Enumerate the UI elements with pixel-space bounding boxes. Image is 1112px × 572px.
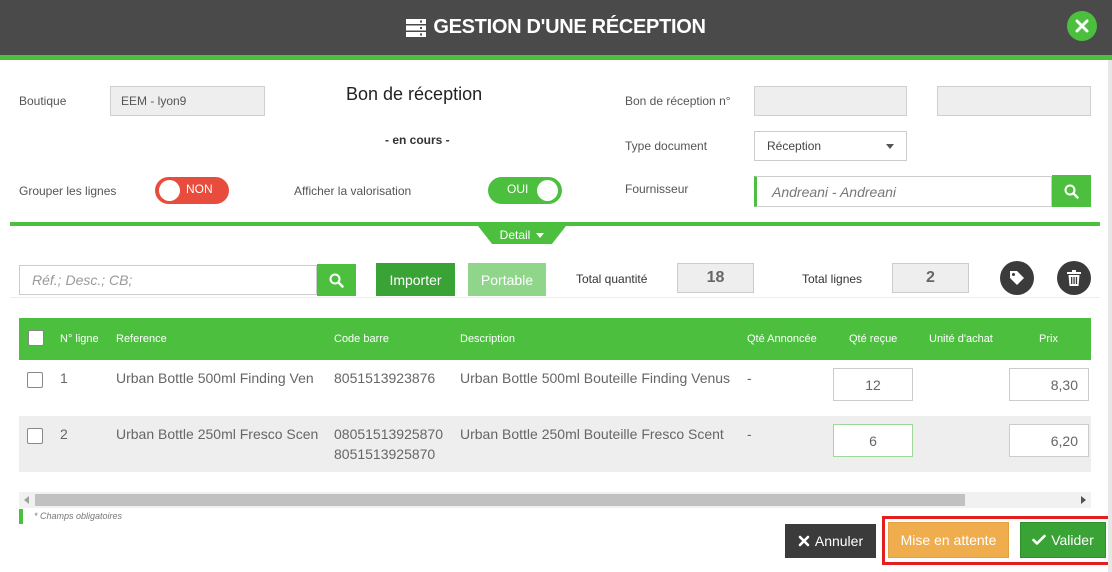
row-ligne: 1 [60,370,68,386]
boutique-label: Boutique [19,94,67,108]
row-prix-input[interactable]: 8,30 [1009,368,1089,401]
fournisseur-label: Fournisseur [625,182,689,196]
grouper-label: Grouper les lignes [19,184,117,198]
row-code-barre: 8051513923876 [334,370,436,386]
column-header-code-barre: Code barre [334,333,390,345]
row-ligne: 2 [60,426,68,442]
table-header: N° ligne Reference Code barre Descriptio… [19,318,1091,360]
toggle-knob [537,180,558,201]
modal-title-wrap: GESTION D'UNE RÉCEPTION [0,0,1112,55]
check-icon [1032,534,1047,545]
status-text: - en cours - [385,133,450,147]
type-document-value: Réception [767,139,822,153]
scroll-left-arrow-icon[interactable] [24,496,29,504]
caret-down-icon [536,232,545,238]
column-header-ligne: N° ligne [60,333,99,345]
fournisseur-input[interactable]: Andreani - Andreani [754,176,1052,207]
column-header-qte-recue: Qté reçue [849,333,898,345]
delete-button[interactable] [1057,261,1091,295]
column-header-reference: Reference [116,333,167,345]
required-note: * Champs obligatoires [34,511,123,521]
close-icon [798,535,810,547]
valorisation-toggle-text: OUI [507,182,529,196]
bon-numero-extra-field [937,86,1091,116]
window-edge [1108,60,1112,572]
header-accent-bar [0,55,1112,60]
row-description: Urban Bottle 250ml Bouteille Fresco Scen… [460,426,724,442]
portable-button[interactable]: Portable [468,263,546,296]
valider-label: Valider [1051,532,1094,548]
bon-numero-label: Bon de réception n° [625,94,731,108]
total-lignes-label: Total lignes [802,272,863,286]
scrollbar-thumb[interactable] [35,494,965,506]
valider-button[interactable]: Valider [1020,522,1106,558]
close-icon [1075,19,1089,33]
modal-title: GESTION D'UNE RÉCEPTION [433,16,706,38]
grouper-toggle-text: NON [186,182,213,196]
fournisseur-search-button[interactable] [1052,175,1091,207]
detail-separator [10,222,1100,226]
row-code-barre: 08051513925870 [334,426,444,442]
horizontal-scrollbar[interactable] [19,492,1091,508]
detail-tab[interactable]: Detail [478,226,566,244]
mise-en-attente-button[interactable]: Mise en attente [888,522,1009,558]
row-qte-recue-input[interactable]: 12 [833,368,913,401]
row-checkbox[interactable] [27,372,43,388]
product-search-input[interactable]: Réf.; Desc.; CB; [19,265,317,295]
row-description: Urban Bottle 500ml Bouteille Finding Ven… [460,370,731,386]
close-button[interactable] [1067,11,1097,41]
total-lignes-value: 2 [892,263,969,293]
row-prix-input[interactable]: 6,20 [1009,424,1089,457]
row-reference: Urban Bottle 500ml Finding Ven [116,370,314,386]
total-quantite-value: 18 [677,263,754,293]
bon-title: Bon de réception [346,84,483,104]
annuler-button[interactable]: Annuler [785,524,876,558]
trash-icon [1067,270,1081,286]
row-checkbox[interactable] [27,428,43,444]
required-indicator [19,509,23,524]
search-icon [329,273,344,288]
row-qte-annoncee: - [747,426,752,442]
total-quantite-label: Total quantité [576,272,648,286]
table-row: 1 Urban Bottle 500ml Finding Ven 8051513… [19,360,1091,414]
column-header-qte-annoncee: Qté Annoncée [747,333,817,345]
toolbar-divider [10,297,1100,298]
toggle-knob [159,180,180,201]
caret-down-icon [886,143,894,149]
row-qte-annoncee: - [747,370,752,386]
scroll-right-arrow-icon[interactable] [1081,496,1086,504]
valorisation-label: Afficher la valorisation [294,184,412,198]
tag-icon [1010,271,1024,285]
row-code-barre-secondary: 8051513925870 [334,446,436,462]
annuler-label: Annuler [814,533,864,549]
importer-button[interactable]: Importer [376,263,455,296]
grouper-toggle[interactable]: NON [155,177,229,204]
valorisation-toggle[interactable]: OUI [488,177,562,204]
table-row: 2 Urban Bottle 250ml Fresco Scen 0805151… [19,416,1091,472]
row-reference: Urban Bottle 250ml Fresco Scen [116,426,319,442]
select-all-checkbox[interactable] [28,330,44,346]
row-qte-recue-input[interactable]: 6 [833,424,913,457]
detail-tab-label: Detail [499,228,531,242]
column-header-description: Description [460,333,516,345]
type-document-select[interactable]: Réception [754,131,907,161]
boutique-field: EEM - lyon9 [110,86,265,116]
column-header-unite-achat: Unité d'achat [929,333,993,345]
search-icon [1064,184,1079,199]
type-document-label: Type document [625,139,708,153]
column-header-prix: Prix [1039,333,1058,345]
server-icon [406,18,427,37]
bon-numero-field [754,86,907,116]
product-search-button[interactable] [317,264,356,296]
tag-button[interactable] [1000,261,1034,295]
